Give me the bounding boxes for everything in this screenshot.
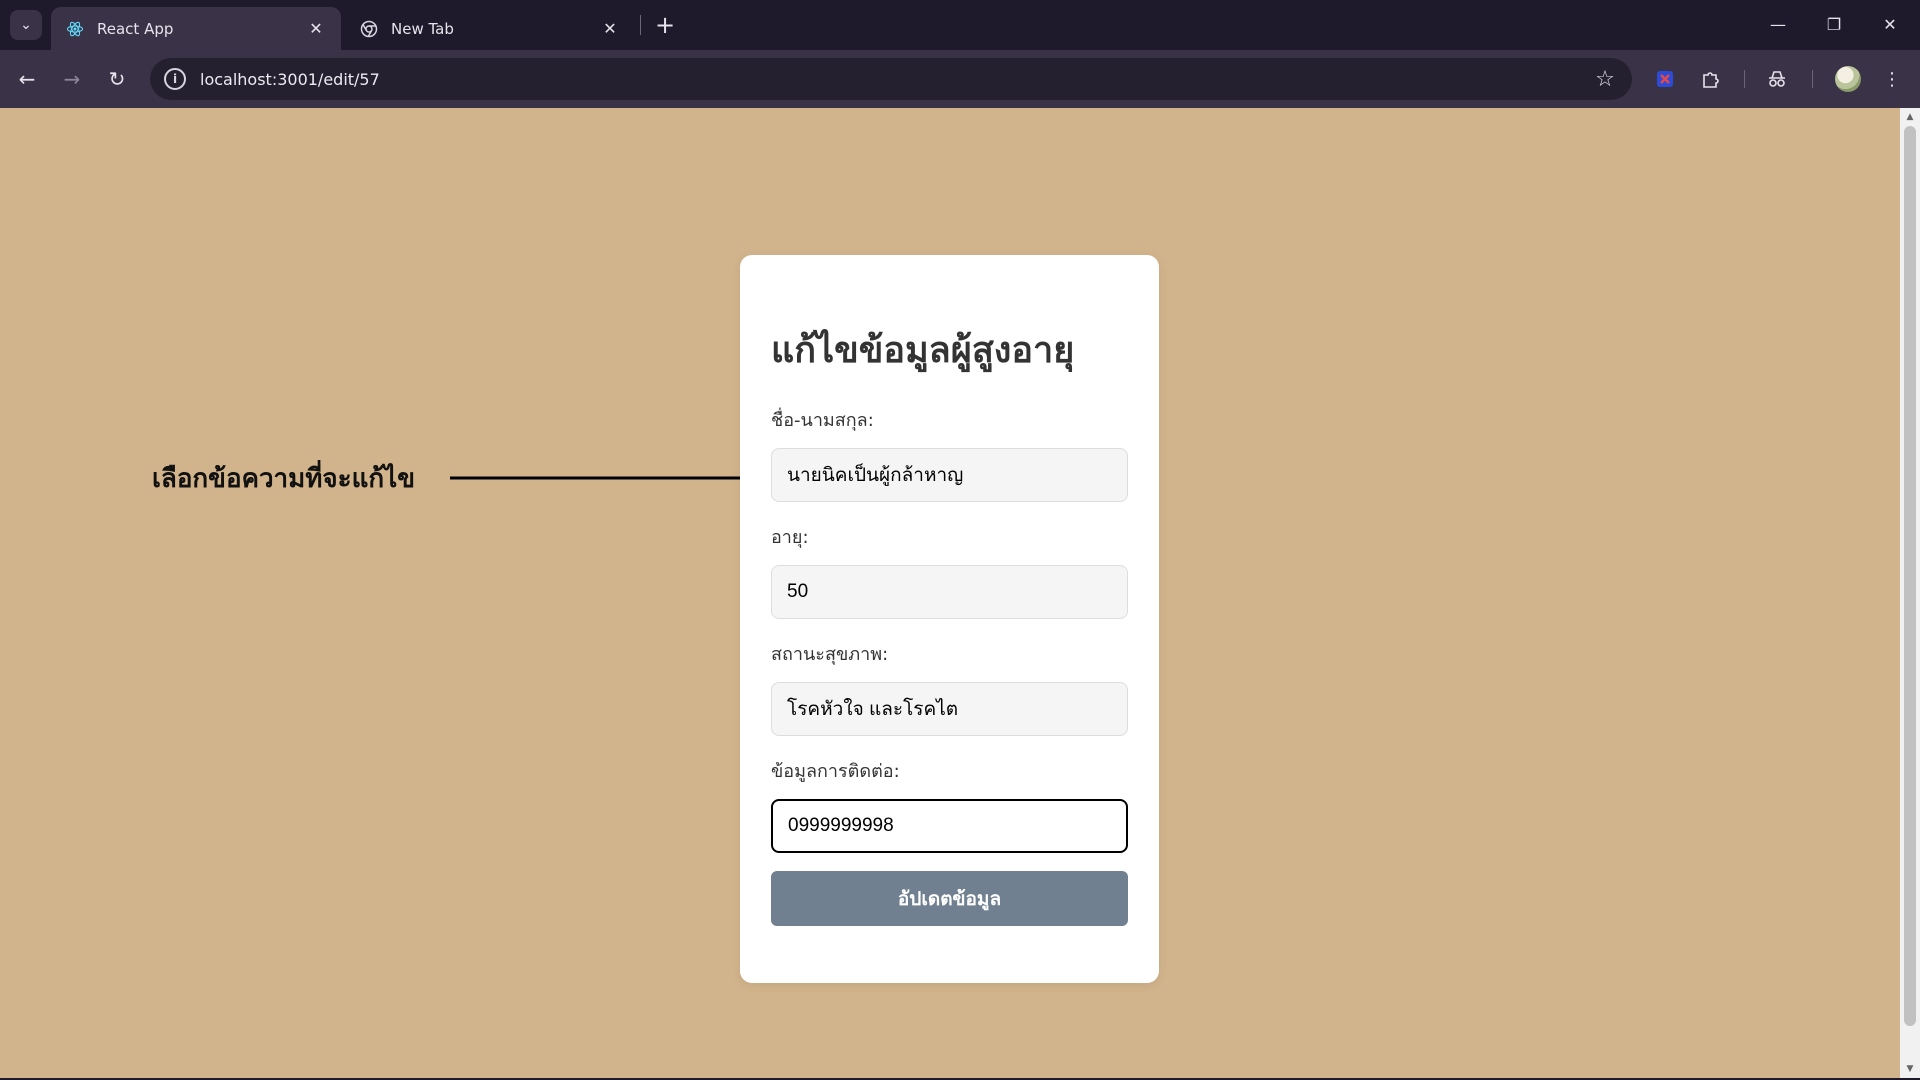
name-input[interactable] [771, 448, 1128, 502]
extension-icon[interactable] [1648, 62, 1682, 96]
tab-separator [640, 15, 641, 35]
tab-strip: ⌄ React App ✕ New Tab ✕ + — ❐ ✕ [0, 0, 1920, 50]
close-window-icon[interactable]: ✕ [1862, 0, 1918, 48]
scroll-down-icon[interactable]: ▼ [1904, 1063, 1916, 1075]
incognito-icon[interactable] [1760, 62, 1794, 96]
reload-icon[interactable]: ↻ [100, 62, 134, 96]
tab-title: New Tab [391, 19, 454, 38]
forward-icon[interactable]: → [55, 62, 89, 96]
toolbar-separator [1744, 70, 1745, 88]
star-icon[interactable]: ☆ [1590, 64, 1620, 94]
update-button[interactable]: อัปเดตข้อมูล [771, 871, 1128, 926]
annotation-arrow [450, 469, 776, 487]
restore-icon[interactable]: ❐ [1806, 0, 1862, 48]
age-input[interactable] [771, 565, 1128, 619]
tab-react-app[interactable]: React App ✕ [51, 7, 341, 50]
tab-new-tab[interactable]: New Tab ✕ [345, 7, 635, 50]
browser-toolbar: ← → ↻ i localhost:3001/edit/57 ☆ ⋮ [0, 50, 1920, 108]
profile-avatar[interactable] [1835, 66, 1861, 92]
tab-title: React App [97, 19, 174, 38]
scroll-up-icon[interactable]: ▲ [1904, 111, 1916, 123]
contact-input[interactable] [771, 799, 1128, 853]
menu-icon[interactable]: ⋮ [1875, 62, 1909, 96]
contact-label: ข้อมูลการติดต่อ: [771, 761, 900, 782]
plus-icon[interactable]: + [650, 10, 680, 40]
scroll-thumb[interactable] [1904, 126, 1916, 1026]
health-status-input[interactable] [771, 682, 1128, 736]
annotation-text: เลือกข้อความที่จะแก้ไข [152, 464, 415, 494]
react-favicon [65, 19, 85, 39]
chrome-favicon [359, 19, 379, 39]
close-icon[interactable]: ✕ [305, 18, 327, 40]
edit-form-card: แก้ไขข้อมูลผู้สูงอายุ ชื่อ-นามสกุล: อายุ… [740, 255, 1159, 983]
tab-search-icon[interactable]: ⌄ [10, 10, 42, 40]
address-bar[interactable]: i localhost:3001/edit/57 ☆ [150, 58, 1632, 100]
age-label: อายุ: [771, 527, 809, 548]
minimize-icon[interactable]: — [1750, 0, 1806, 48]
puzzle-icon[interactable] [1694, 62, 1728, 96]
back-icon[interactable]: ← [10, 62, 44, 96]
toolbar-separator [1812, 70, 1813, 88]
close-icon[interactable]: ✕ [599, 18, 621, 40]
health-status-label: สถานะสุขภาพ: [771, 644, 889, 665]
page-title: แก้ไขข้อมูลผู้สูงอายุ [771, 329, 1075, 371]
vertical-scrollbar[interactable]: ▲ ▼ [1900, 108, 1920, 1078]
url-text[interactable]: localhost:3001/edit/57 [200, 70, 1590, 89]
info-icon[interactable]: i [164, 68, 186, 90]
name-label: ชื่อ-นามสกุล: [771, 410, 874, 431]
